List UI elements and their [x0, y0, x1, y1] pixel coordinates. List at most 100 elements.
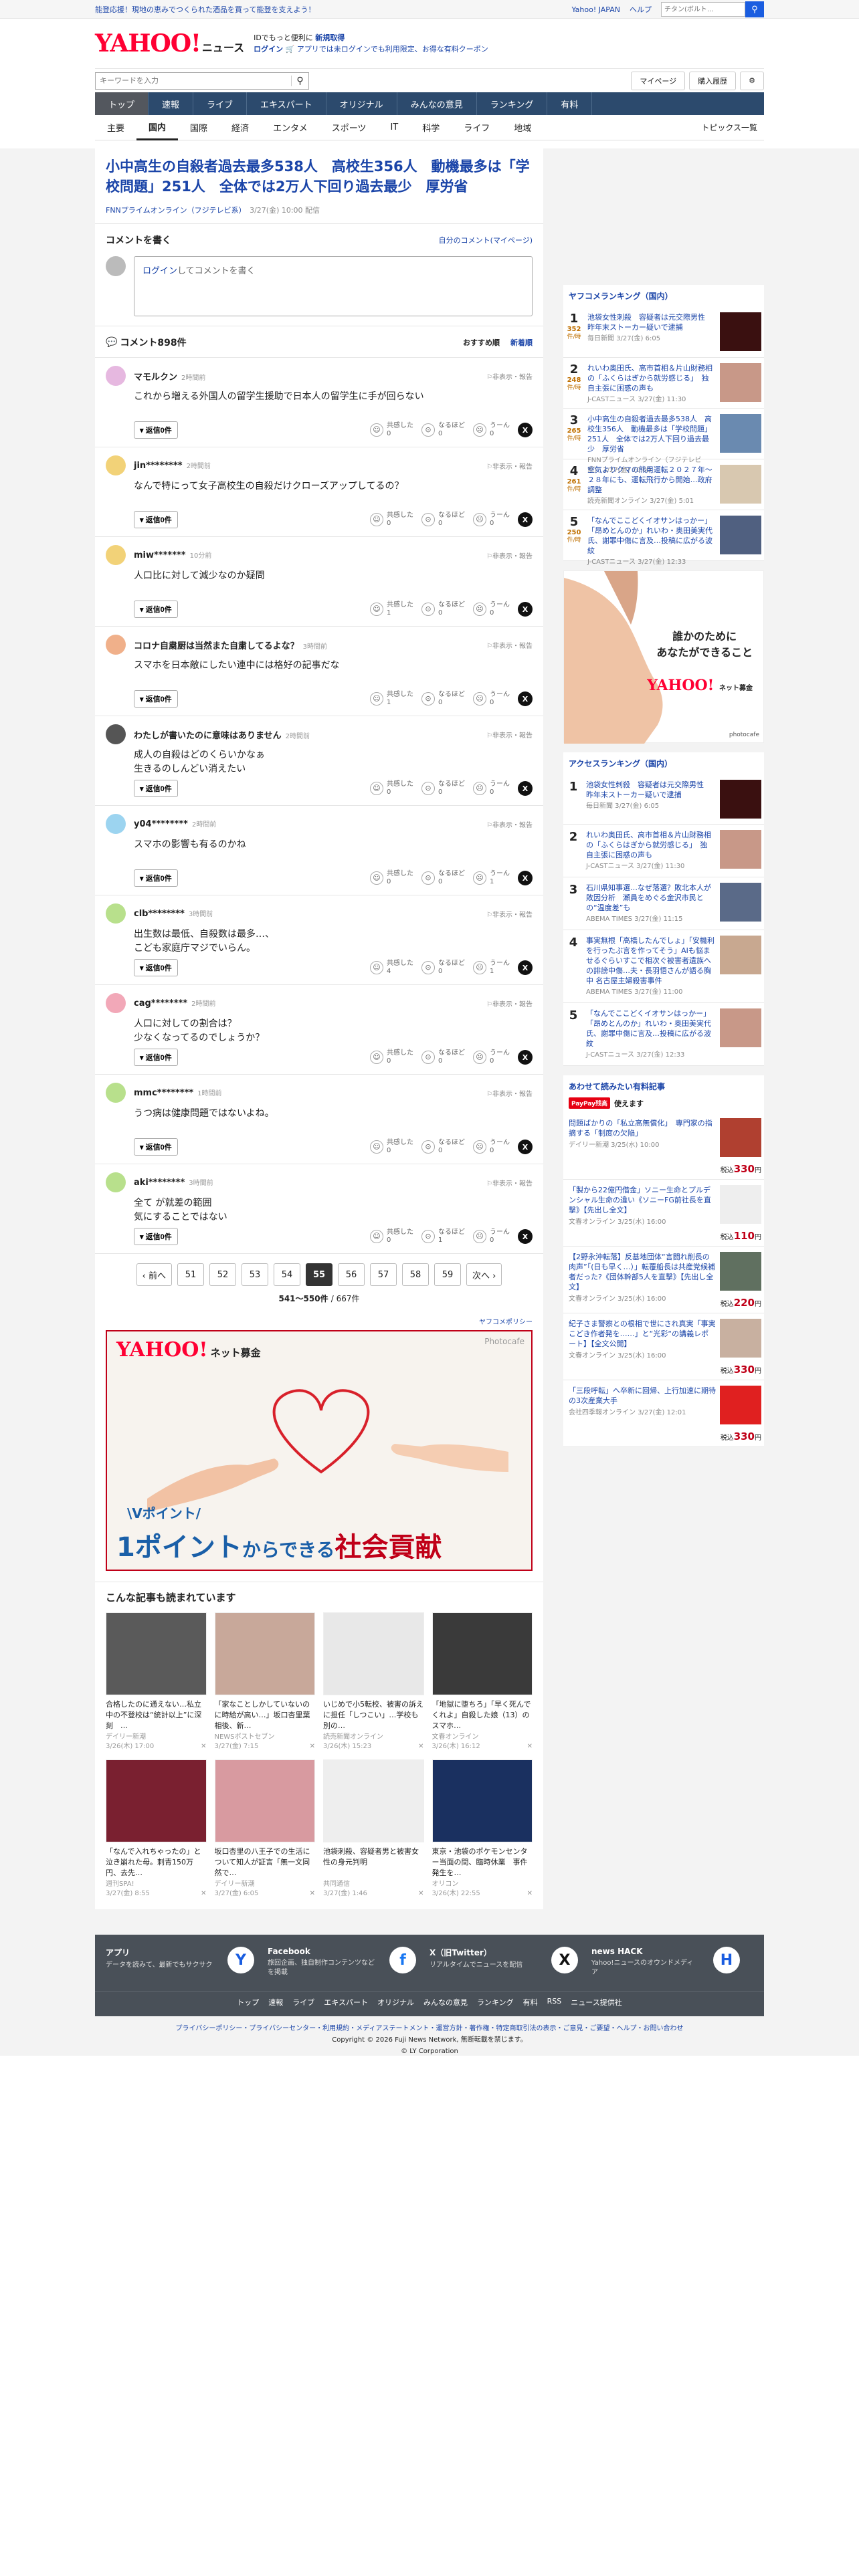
reaction-button[interactable]: ⊙ なるほど 0	[421, 691, 465, 707]
page-button[interactable]: 53	[242, 1263, 268, 1286]
reaction-button[interactable]: ☹ うーん 0	[473, 422, 510, 438]
comment-user[interactable]: マモルクン 2時間前	[134, 370, 205, 383]
paid-article-item[interactable]: 問題ばかりの「私立高無償化」 専門家の指摘する「制度の欠陥」 デイリー新潮 3/2…	[563, 1113, 764, 1180]
tab-category[interactable]: 科学	[410, 115, 452, 140]
donation-ad[interactable]: YAHOO! ネット募金 Photocafe \Vポイント/ 1ポイントからできる…	[106, 1330, 533, 1571]
related-article-card[interactable]: 東京・池袋のポケモンセンター当面の間、臨時休業 事件発生を… オリコン 3/26(木…	[432, 1759, 533, 1899]
mypage-button[interactable]: マイページ	[631, 71, 686, 90]
paid-article-item[interactable]: 「製から22億円借金」ソニー生命とプルデンシャル生命の違い《ソニーFG前社長を直…	[563, 1180, 764, 1247]
footer-app-link[interactable]: Facebook 旅回企画、独自制作コンテンツなどを掲載 f	[268, 1947, 430, 1991]
reaction-button[interactable]: ☺ 共感した 1	[370, 691, 413, 707]
reaction-button[interactable]: ☺ 共感した 4	[370, 960, 413, 976]
current-page-button[interactable]: 55	[306, 1263, 332, 1286]
gnav-item[interactable]: オリジナル	[326, 92, 397, 115]
login-link[interactable]: ログイン	[254, 45, 283, 53]
reply-button[interactable]: ▾ 返信0件	[134, 780, 178, 797]
footer-nav-item[interactable]: ランキング	[477, 1997, 514, 2008]
reply-button[interactable]: ▾ 返信0件	[134, 1138, 178, 1156]
web-search-input[interactable]	[661, 2, 745, 17]
related-article-card[interactable]: 「家なことしかしていないのに時給が高い…」坂口杏里葉相後、新… NEWSポストセブ…	[214, 1612, 315, 1751]
reaction-button[interactable]: ☹ うーん 1	[473, 870, 510, 886]
close-icon[interactable]: ✕	[201, 1889, 206, 1899]
search-icon[interactable]: ⚲	[745, 1, 764, 17]
hide-report-link[interactable]: ⚐非表示・報告	[486, 909, 533, 919]
yahoo-japan-link[interactable]: Yahoo! JAPAN	[571, 5, 620, 14]
reply-button[interactable]: ▾ 返信0件	[134, 601, 178, 618]
ranking-item[interactable]: 1 池袋女性刺殺 容疑者は元交際男性 昨年末ストーカー疑いで逮捕 毎日新聞 3/27…	[563, 774, 764, 825]
reaction-button[interactable]: ⊙ なるほど 0	[421, 780, 465, 796]
gnav-item[interactable]: ランキング	[477, 92, 548, 115]
news-search-input[interactable]	[96, 72, 291, 89]
reaction-button[interactable]: ☺ 共感した 0	[370, 512, 413, 528]
footer-app-link[interactable]: news HACK Yahoo!ニュースのオウンドメディア H	[591, 1947, 753, 1991]
reaction-button[interactable]: ⊙ なるほど 0	[421, 870, 465, 886]
comment-user[interactable]: コロナ自粛厨は当然また自粛してるよな？ 3時間前	[134, 639, 327, 651]
gnav-item[interactable]: 有料	[547, 92, 593, 115]
gnav-item[interactable]: 速報	[149, 92, 194, 115]
hide-report-link[interactable]: ⚐非表示・報告	[486, 998, 533, 1008]
reaction-button[interactable]: ☹ うーん 0	[473, 1049, 510, 1065]
tab-category[interactable]: エンタメ	[261, 115, 320, 140]
paid-article-item[interactable]: 「三段呼転」へ卒新に回帰、上行加速に期待の3次産業大手 会社四季報オンライン 3/…	[563, 1380, 764, 1447]
reply-button[interactable]: ▾ 返信0件	[134, 1228, 178, 1245]
hide-report-link[interactable]: ⚐非表示・報告	[486, 730, 533, 740]
next-page-button[interactable]: 次へ ›	[466, 1263, 502, 1286]
x-share-icon[interactable]: X	[518, 423, 533, 437]
reaction-button[interactable]: ☹ うーん 0	[473, 1139, 510, 1155]
reaction-button[interactable]: ☹ うーん 0	[473, 780, 510, 796]
tab-category[interactable]: 経済	[219, 115, 261, 140]
reaction-button[interactable]: ⊙ なるほど 0	[421, 1139, 465, 1155]
reply-button[interactable]: ▾ 返信0件	[134, 1049, 178, 1066]
article-source[interactable]: FNNプライムオンライン（フジテレビ系）	[106, 206, 242, 215]
reaction-button[interactable]: ☺ 共感した 0	[370, 1228, 413, 1245]
related-article-card[interactable]: いじめで小5転校、被害の訴えに担任「しつこい」…学校も別の… 読売新聞オンライン 3…	[323, 1612, 424, 1751]
page-button[interactable]: 59	[434, 1263, 461, 1286]
reaction-button[interactable]: ⊙ なるほど 0	[421, 960, 465, 976]
reaction-button[interactable]: ☺ 共感した 0	[370, 780, 413, 796]
page-button[interactable]: 54	[274, 1263, 300, 1286]
hide-report-link[interactable]: ⚐非表示・報告	[486, 819, 533, 829]
hide-report-link[interactable]: ⚐非表示・報告	[486, 461, 533, 471]
donation-side-ad[interactable]: 誰かのために あなたができること YAHOO! ネット募金 photocafe	[563, 570, 764, 744]
close-icon[interactable]: ✕	[418, 1889, 423, 1899]
footer-nav-item[interactable]: ライブ	[292, 1997, 314, 2008]
reaction-button[interactable]: ☹ うーん 0	[473, 1228, 510, 1245]
close-icon[interactable]: ✕	[201, 1742, 206, 1751]
footer-app-link[interactable]: アプリ データを読みて、最新でもサクサク Y	[106, 1947, 268, 1991]
paid-article-item[interactable]: 【2野永沖転落】反基地団体“言闘れ削長の肉声”「(日も早く…）」転覆船長は共産党…	[563, 1247, 764, 1313]
gnav-item[interactable]: ライブ	[193, 92, 248, 115]
policy-link[interactable]: ヤフコメポリシー	[479, 1319, 533, 1326]
close-icon[interactable]: ✕	[310, 1889, 315, 1899]
register-link[interactable]: 新規取得	[315, 33, 345, 42]
hide-report-link[interactable]: ⚐非表示・報告	[486, 550, 533, 560]
footer-nav-item[interactable]: エキスパート	[324, 1997, 368, 2008]
tab-category[interactable]: ライフ	[452, 115, 502, 140]
hide-report-link[interactable]: ⚐非表示・報告	[486, 640, 533, 650]
related-article-card[interactable]: 池袋刺殺、容疑者男と被害女性の身元判明 共同通信 3/27(金) 1:46 ✕	[323, 1759, 424, 1899]
yahoo-news-logo[interactable]: YAHOO! ニュース	[95, 29, 244, 58]
page-button[interactable]: 57	[370, 1263, 397, 1286]
reaction-button[interactable]: ☹ うーん 0	[473, 691, 510, 707]
comment-user[interactable]: mmc******** 1時間前	[134, 1087, 222, 1098]
promo-link[interactable]: 能登応援！現地の恵みでつくられた酒品を買って能登を支えよう！	[95, 4, 571, 15]
related-article-card[interactable]: 「地獄に堕ちろ」「早く死んでくれよ」自殺した娘（13）のスマホ… 文春オンライン 3…	[432, 1612, 533, 1751]
close-icon[interactable]: ✕	[527, 1742, 533, 1751]
reaction-button[interactable]: ☹ うーん 1	[473, 960, 510, 976]
ranking-item[interactable]: 4 261 件/時 空気よりクマの熊用運転２０２７年～２８年にも、運転飛行から開始…政…	[563, 459, 764, 510]
page-button[interactable]: 56	[338, 1263, 365, 1286]
tab-category[interactable]: 国内	[136, 115, 179, 140]
gnav-item[interactable]: みんなの意見	[397, 92, 477, 115]
ranking-item[interactable]: 2 248 件/時 れいわ奥田氏、高市首相＆片山財務相の「ふくらはぎから就労感じる」 …	[563, 358, 764, 409]
x-share-icon[interactable]: X	[518, 1140, 533, 1154]
page-button[interactable]: 52	[209, 1263, 236, 1286]
related-article-card[interactable]: 坂口杏里の八王子での生活について知人が証言「無一文同然で… デイリー新潮 3/27(…	[214, 1759, 315, 1899]
ranking-item[interactable]: 5 「なんでここどくイオサンはっかー」「昂めとんのか」れいわ・奥田美実代氏、謝罪中…	[563, 1003, 764, 1066]
x-share-icon[interactable]: X	[518, 871, 533, 885]
footer-links[interactable]: プライバシーポリシー・プライバシーセンター・利用規約・メディアステートメント・運…	[0, 2023, 859, 2034]
purchase-history-button[interactable]: 購入履歴	[689, 71, 737, 90]
reaction-button[interactable]: ⊙ なるほど 0	[421, 1049, 465, 1065]
footer-nav-item[interactable]: トップ	[237, 1997, 259, 2008]
paid-article-item[interactable]: 紀子さま警察との根相で世にされ真実「事実こどき作者発を……」と“光彩“の講義レポ…	[563, 1313, 764, 1380]
x-share-icon[interactable]: X	[518, 781, 533, 796]
related-article-card[interactable]: 合格したのに通えない…私立中の不登校は“統計以上”に深刻 … デイリー新潮 3/26…	[106, 1612, 207, 1751]
